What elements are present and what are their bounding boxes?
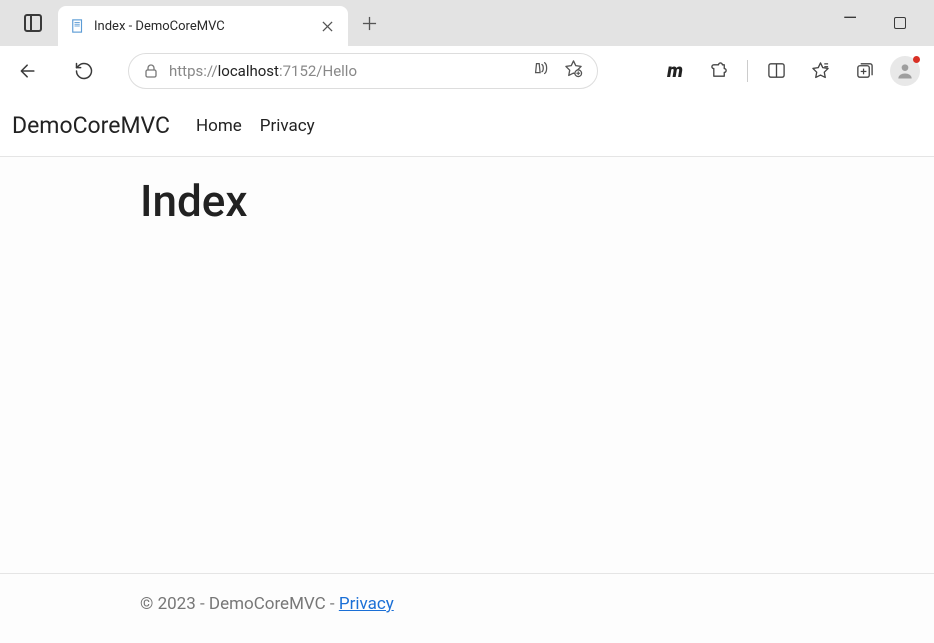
window-controls: — [840, 13, 926, 33]
titlebar: Index - DemoCoreMVC — [0, 0, 934, 46]
nav-links: Home Privacy [196, 116, 315, 136]
nav-link-home[interactable]: Home [196, 116, 242, 136]
m-icon: m [667, 59, 683, 82]
maximize-icon [894, 17, 906, 29]
brand-link[interactable]: DemoCoreMVC [12, 112, 170, 139]
favicon-icon [70, 18, 86, 34]
back-button[interactable] [10, 53, 46, 89]
read-aloud-button[interactable] [532, 60, 550, 82]
plus-icon [362, 16, 377, 31]
tab-actions-icon [24, 14, 42, 32]
footer-privacy-link[interactable]: Privacy [339, 594, 394, 614]
app-navbar: DemoCoreMVC Home Privacy [0, 95, 934, 157]
back-arrow-icon [18, 61, 38, 81]
tab-title: Index - DemoCoreMVC [94, 19, 310, 34]
refresh-button[interactable] [66, 53, 102, 89]
browser-toolbar: https://localhost:7152/Hello m [0, 46, 934, 95]
url-scheme: https:// [169, 62, 218, 80]
footer: © 2023 - DemoCoreMVC - Privacy [0, 573, 934, 643]
profile-button[interactable] [890, 56, 920, 86]
page-heading: Index [140, 175, 794, 227]
lock-icon [143, 63, 159, 79]
tab-actions-button[interactable] [8, 14, 58, 32]
close-icon [322, 21, 333, 32]
url-path: :7152/Hello [279, 62, 357, 80]
maximize-button[interactable] [890, 13, 910, 33]
collections-button[interactable] [846, 53, 882, 89]
browser-tab[interactable]: Index - DemoCoreMVC [58, 6, 348, 46]
address-bar[interactable]: https://localhost:7152/Hello [128, 53, 598, 89]
favorites-button[interactable] [802, 53, 838, 89]
nav-link-privacy[interactable]: Privacy [260, 116, 315, 136]
browser-chrome: Index - DemoCoreMVC — https://localhost:… [0, 0, 934, 95]
main-content: Index [0, 157, 934, 573]
split-screen-icon [767, 61, 786, 80]
extensions-button[interactable] [701, 53, 737, 89]
collections-icon [855, 61, 874, 80]
toolbar-divider [747, 60, 748, 82]
footer-text: © 2023 - DemoCoreMVC - [140, 594, 339, 614]
url-host: localhost [218, 62, 279, 80]
url-text: https://localhost:7152/Hello [169, 62, 522, 80]
split-screen-button[interactable] [758, 53, 794, 89]
puzzle-icon [710, 61, 729, 80]
favorites-star-icon [811, 61, 830, 80]
read-aloud-icon [532, 60, 550, 78]
favorite-button[interactable] [564, 59, 583, 82]
address-bar-actions [532, 59, 583, 82]
toolbar-right: m [657, 53, 924, 89]
minimize-button[interactable]: — [840, 8, 860, 28]
profile-icon [895, 61, 915, 81]
new-tab-button[interactable] [354, 8, 384, 38]
star-icon [564, 59, 583, 78]
refresh-icon [74, 61, 94, 81]
tab-close-button[interactable] [318, 17, 336, 35]
m-extension-button[interactable]: m [657, 53, 693, 89]
page-content: DemoCoreMVC Home Privacy Index © 2023 - … [0, 95, 934, 643]
